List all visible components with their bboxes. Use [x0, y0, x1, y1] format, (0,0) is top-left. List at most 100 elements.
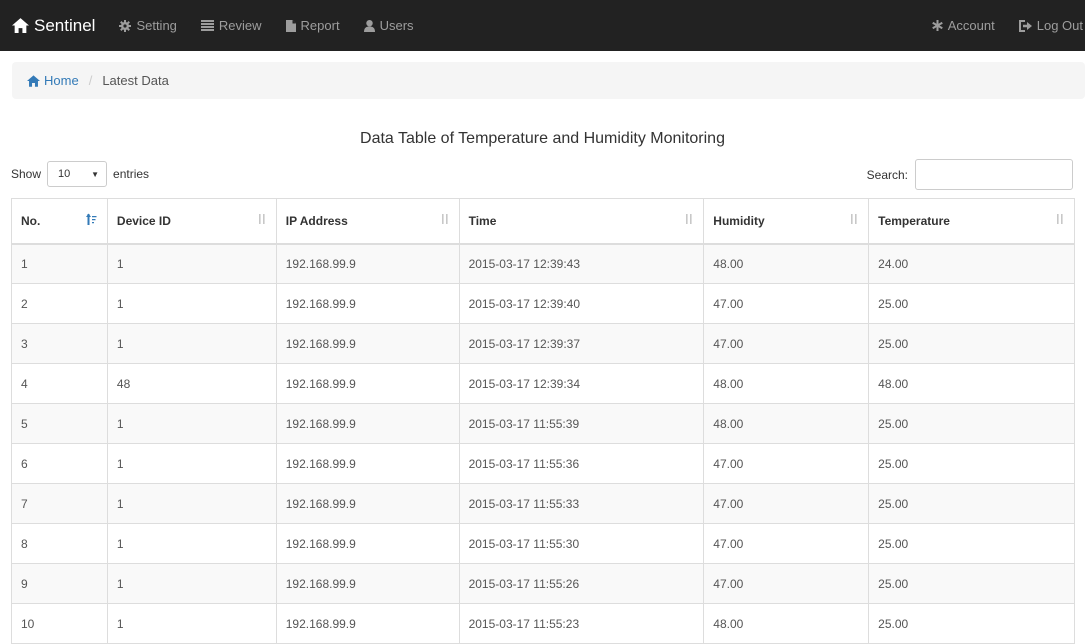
- cell-humidity: 47.00: [703, 443, 870, 484]
- cell-temperature: 25.00: [868, 523, 1075, 564]
- data-table: No. Device ID IP Address Time Humidity T…: [11, 198, 1075, 644]
- cell-time: 2015-03-17 11:55:33: [458, 483, 705, 524]
- cell-device-id: 1: [106, 483, 277, 524]
- table-row: 10 1 192.168.99.9 2015-03-17 11:55:23 48…: [11, 603, 1075, 644]
- cell-time: 2015-03-17 11:55:23: [458, 603, 705, 644]
- cell-humidity: 48.00: [703, 403, 870, 444]
- column-header-label: No.: [21, 213, 41, 228]
- cell-no: 8: [11, 523, 108, 564]
- cell-ip-address: 192.168.99.9: [275, 523, 460, 564]
- cell-humidity: 47.00: [703, 283, 870, 324]
- cell-device-id: 1: [106, 243, 277, 284]
- breadcrumb-home-link[interactable]: Home: [27, 73, 79, 88]
- cell-ip-address: 192.168.99.9: [275, 403, 460, 444]
- column-header-temperature[interactable]: Temperature: [868, 198, 1075, 245]
- cell-humidity: 48.00: [703, 363, 870, 404]
- table-row: 2 1 192.168.99.9 2015-03-17 12:39:40 47.…: [11, 283, 1075, 324]
- table-header-row: No. Device ID IP Address Time Humidity T…: [11, 198, 1075, 245]
- table-row: 5 1 192.168.99.9 2015-03-17 11:55:39 48.…: [11, 403, 1075, 444]
- page-title: Data Table of Temperature and Humidity M…: [360, 130, 725, 147]
- nav-account-label: Account: [947, 18, 995, 33]
- cog-icon: [119, 19, 132, 32]
- cell-time: 2015-03-17 12:39:37: [458, 323, 705, 364]
- cell-time: 2015-03-17 12:39:43: [458, 243, 705, 284]
- breadcrumb-current: Latest Data: [102, 73, 169, 88]
- sort-both-icon: [851, 214, 857, 224]
- cell-time: 2015-03-17 12:39:34: [458, 363, 705, 404]
- cell-no: 9: [11, 563, 108, 604]
- nav-report[interactable]: Report: [274, 0, 352, 51]
- cell-device-id: 1: [106, 523, 277, 564]
- nav-log-out-label: Log Out: [1036, 18, 1083, 33]
- column-header-no[interactable]: No.: [11, 198, 108, 245]
- table-row: 8 1 192.168.99.9 2015-03-17 11:55:30 47.…: [11, 523, 1075, 564]
- show-label: Show: [11, 167, 42, 181]
- nav-users[interactable]: Users: [352, 0, 426, 51]
- brand-link[interactable]: Sentinel: [0, 16, 95, 36]
- cell-humidity: 47.00: [703, 523, 870, 564]
- nav-review-label: Review: [218, 18, 262, 33]
- column-header-humidity[interactable]: Humidity: [703, 198, 870, 245]
- cell-device-id: 48: [106, 363, 277, 404]
- cell-ip-address: 192.168.99.9: [275, 363, 460, 404]
- cell-no: 6: [11, 443, 108, 484]
- sort-both-icon: [441, 214, 448, 224]
- sort-both-icon: [1057, 214, 1063, 224]
- cell-temperature: 24.00: [868, 243, 1075, 284]
- cell-ip-address: 192.168.99.9: [275, 243, 460, 284]
- cell-temperature: 25.00: [868, 323, 1075, 364]
- file-icon: [285, 19, 296, 32]
- cell-device-id: 1: [106, 563, 277, 604]
- search-control: Search:: [867, 159, 1073, 190]
- cell-temperature: 25.00: [868, 603, 1075, 644]
- column-header-label: Time: [468, 213, 497, 228]
- cell-time: 2015-03-17 11:55:30: [458, 523, 705, 564]
- nav-setting[interactable]: Setting: [107, 0, 188, 51]
- nav-review[interactable]: Review: [189, 0, 274, 51]
- table-row: 9 1 192.168.99.9 2015-03-17 11:55:26 47.…: [11, 563, 1075, 604]
- caret-down-icon: ▼: [91, 169, 100, 179]
- nav-log-out[interactable]: Log Out: [1007, 0, 1085, 51]
- search-input[interactable]: [915, 159, 1073, 190]
- column-header-label: IP Address: [285, 213, 348, 228]
- page-length-value: 10: [58, 168, 71, 180]
- log-out-icon: [1018, 19, 1032, 32]
- nav-account[interactable]: Account: [920, 0, 1007, 51]
- cell-device-id: 1: [106, 443, 277, 484]
- entries-label: entries: [113, 167, 150, 181]
- cell-temperature: 48.00: [868, 363, 1075, 404]
- table-row: 7 1 192.168.99.9 2015-03-17 11:55:33 47.…: [11, 483, 1075, 524]
- cell-humidity: 47.00: [703, 483, 870, 524]
- column-header-ip-address[interactable]: IP Address: [275, 198, 460, 245]
- cell-humidity: 48.00: [703, 603, 870, 644]
- column-header-label: Humidity: [713, 213, 765, 228]
- home-icon: [12, 18, 29, 33]
- sort-asc-icon: [85, 213, 97, 225]
- cell-no: 2: [11, 283, 108, 324]
- column-header-label: Device ID: [116, 213, 171, 228]
- cell-humidity: 47.00: [703, 323, 870, 364]
- column-header-time[interactable]: Time: [458, 198, 705, 245]
- cell-ip-address: 192.168.99.9: [275, 483, 460, 524]
- column-header-device-id[interactable]: Device ID: [106, 198, 277, 245]
- cell-humidity: 47.00: [703, 563, 870, 604]
- cell-temperature: 25.00: [868, 483, 1075, 524]
- cell-temperature: 25.00: [868, 403, 1075, 444]
- page-length-select[interactable]: 10 ▼: [47, 161, 108, 187]
- sort-both-icon: [258, 214, 265, 224]
- list-icon: [200, 20, 214, 31]
- table-row: 6 1 192.168.99.9 2015-03-17 11:55:36 47.…: [11, 443, 1075, 484]
- sort-both-icon: [686, 214, 692, 224]
- breadcrumb-home-label: Home: [44, 73, 79, 88]
- table-row: 4 48 192.168.99.9 2015-03-17 12:39:34 48…: [11, 363, 1075, 404]
- table-row: 3 1 192.168.99.9 2015-03-17 12:39:37 47.…: [11, 323, 1075, 364]
- top-navbar: Sentinel Setting Review Report Users Acc…: [0, 0, 1085, 51]
- column-header-label: Temperature: [878, 213, 950, 228]
- user-icon: [363, 19, 375, 32]
- cell-device-id: 1: [106, 403, 277, 444]
- asterisk-icon: [931, 20, 943, 31]
- cell-device-id: 1: [106, 603, 277, 644]
- home-icon: [27, 74, 40, 87]
- cell-no: 4: [11, 363, 108, 404]
- cell-ip-address: 192.168.99.9: [275, 443, 460, 484]
